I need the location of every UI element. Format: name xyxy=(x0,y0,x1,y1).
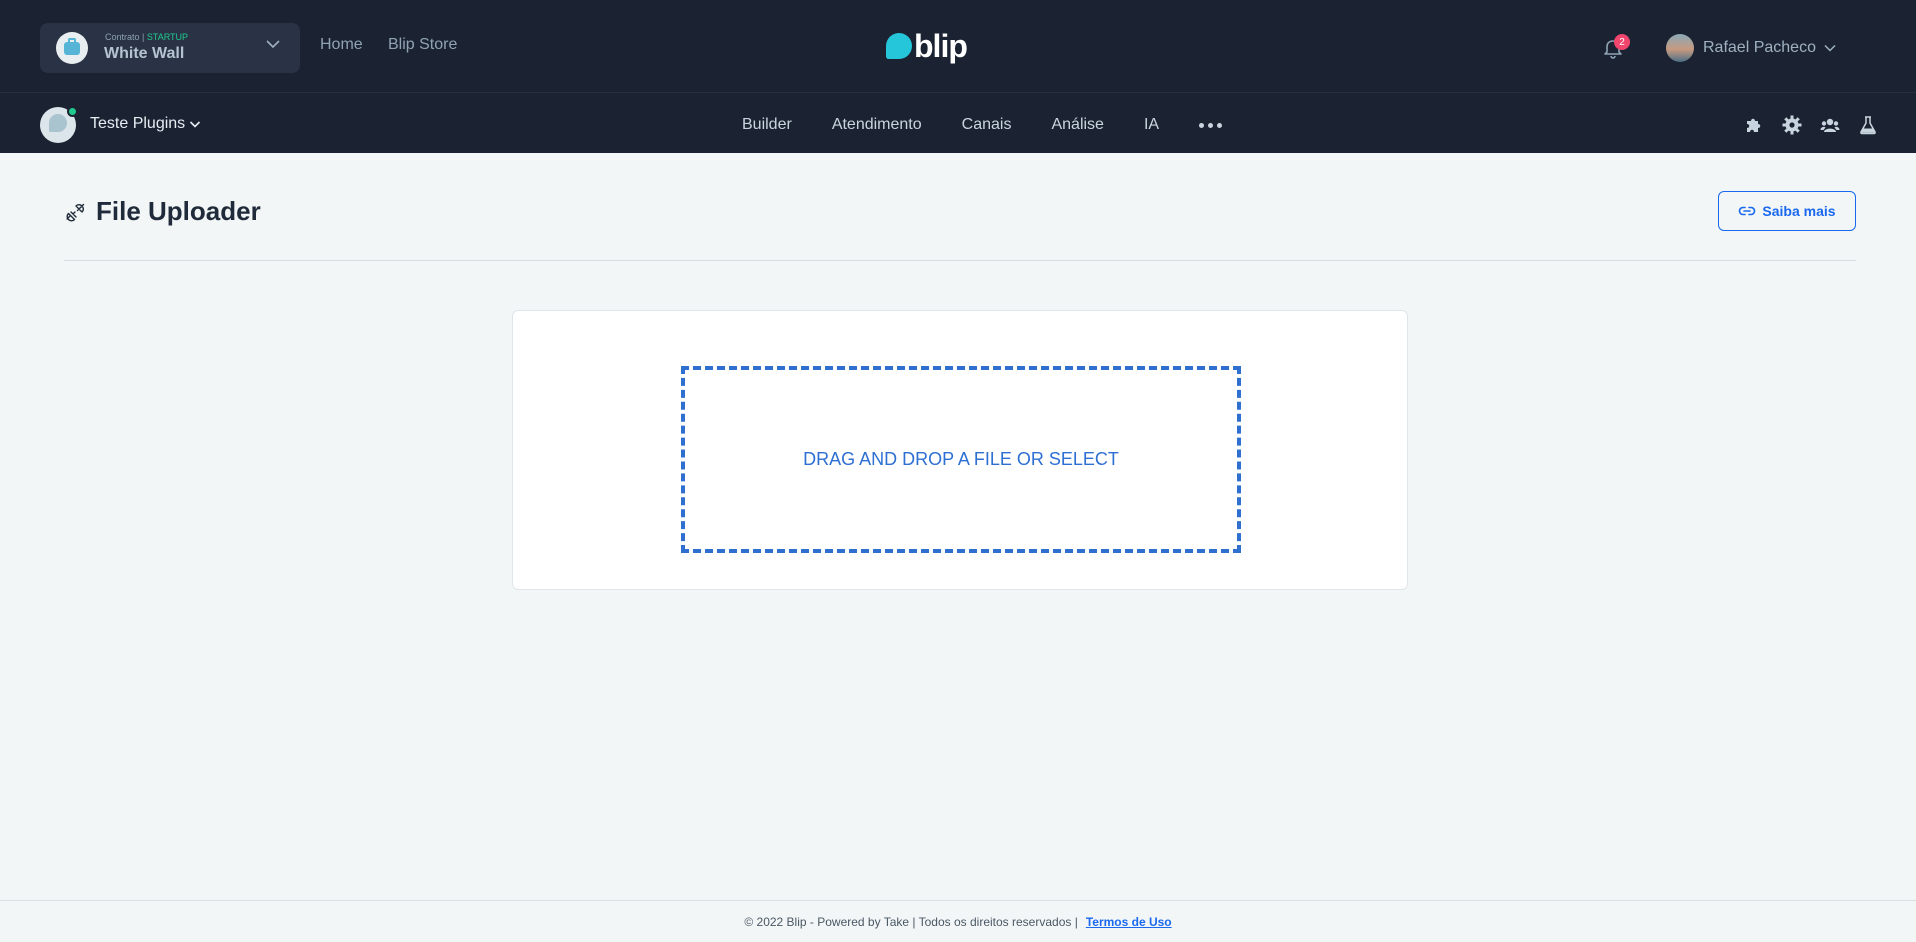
more-dots-icon[interactable] xyxy=(1199,122,1223,128)
nav-blip-store[interactable]: Blip Store xyxy=(388,36,457,54)
terms-link[interactable]: Termos de Uso xyxy=(1086,915,1172,929)
contract-selector[interactable]: Contrato | STARTUP White Wall xyxy=(40,23,300,73)
briefcase-icon xyxy=(56,32,88,64)
nav-canais[interactable]: Canais xyxy=(962,116,1012,134)
main-nav: Builder Atendimento Canais Análise IA xyxy=(742,116,1223,134)
chevron-down-icon xyxy=(266,40,280,49)
tool-icons xyxy=(1744,115,1878,135)
nav-home[interactable]: Home xyxy=(320,36,363,54)
bot-selector[interactable]: Teste Plugins xyxy=(90,115,201,133)
online-status-dot xyxy=(67,106,78,117)
top-header: Contrato | STARTUP White Wall Home Blip … xyxy=(0,0,1916,92)
saiba-mais-button[interactable]: Saiba mais xyxy=(1718,191,1856,231)
footer-copyright: © 2022 Blip - Powered by Take | Todos os… xyxy=(744,914,1078,929)
bot-name: Teste Plugins xyxy=(90,115,186,132)
blip-logo[interactable]: blip xyxy=(886,28,968,64)
user-name: Rafael Pacheco xyxy=(1703,39,1816,56)
header-divider xyxy=(64,260,1856,261)
sub-header: Teste Plugins Builder Atendimento Canais… xyxy=(0,92,1916,153)
user-menu[interactable]: Rafael Pacheco xyxy=(1666,33,1836,63)
link-icon xyxy=(1739,206,1756,216)
contract-type-label: Contrato | xyxy=(105,32,145,42)
avatar xyxy=(1666,34,1694,62)
logo-bubble-icon xyxy=(886,33,912,59)
nav-analise[interactable]: Análise xyxy=(1051,116,1103,134)
saiba-mais-label: Saiba mais xyxy=(1762,203,1836,219)
plugin-icon xyxy=(66,203,85,222)
page-header: File Uploader xyxy=(64,196,261,227)
dropzone-text: DRAG AND DROP A FILE OR SELECT xyxy=(803,449,1119,469)
contract-name: White Wall xyxy=(104,45,185,62)
footer: © 2022 Blip - Powered by Take | Todos os… xyxy=(0,900,1916,942)
gear-icon[interactable] xyxy=(1782,115,1802,135)
chevron-down-icon xyxy=(1824,44,1836,52)
uploader-card: DRAG AND DROP A FILE OR SELECT xyxy=(512,310,1408,590)
notification-badge: 2 xyxy=(1614,34,1630,50)
logo-text: blip xyxy=(914,28,968,64)
nav-ia[interactable]: IA xyxy=(1144,116,1159,134)
contract-type: Contrato | STARTUP xyxy=(105,32,188,42)
puzzle-icon[interactable] xyxy=(1744,115,1764,135)
flask-icon[interactable] xyxy=(1858,115,1878,135)
bot-avatar[interactable] xyxy=(40,106,78,143)
users-icon[interactable] xyxy=(1820,115,1840,135)
chevron-down-icon xyxy=(190,121,201,128)
nav-atendimento[interactable]: Atendimento xyxy=(832,116,922,134)
nav-builder[interactable]: Builder xyxy=(742,116,792,134)
page-title: File Uploader xyxy=(96,196,261,226)
file-dropzone[interactable]: DRAG AND DROP A FILE OR SELECT xyxy=(681,366,1241,553)
contract-plan: STARTUP xyxy=(146,32,189,42)
